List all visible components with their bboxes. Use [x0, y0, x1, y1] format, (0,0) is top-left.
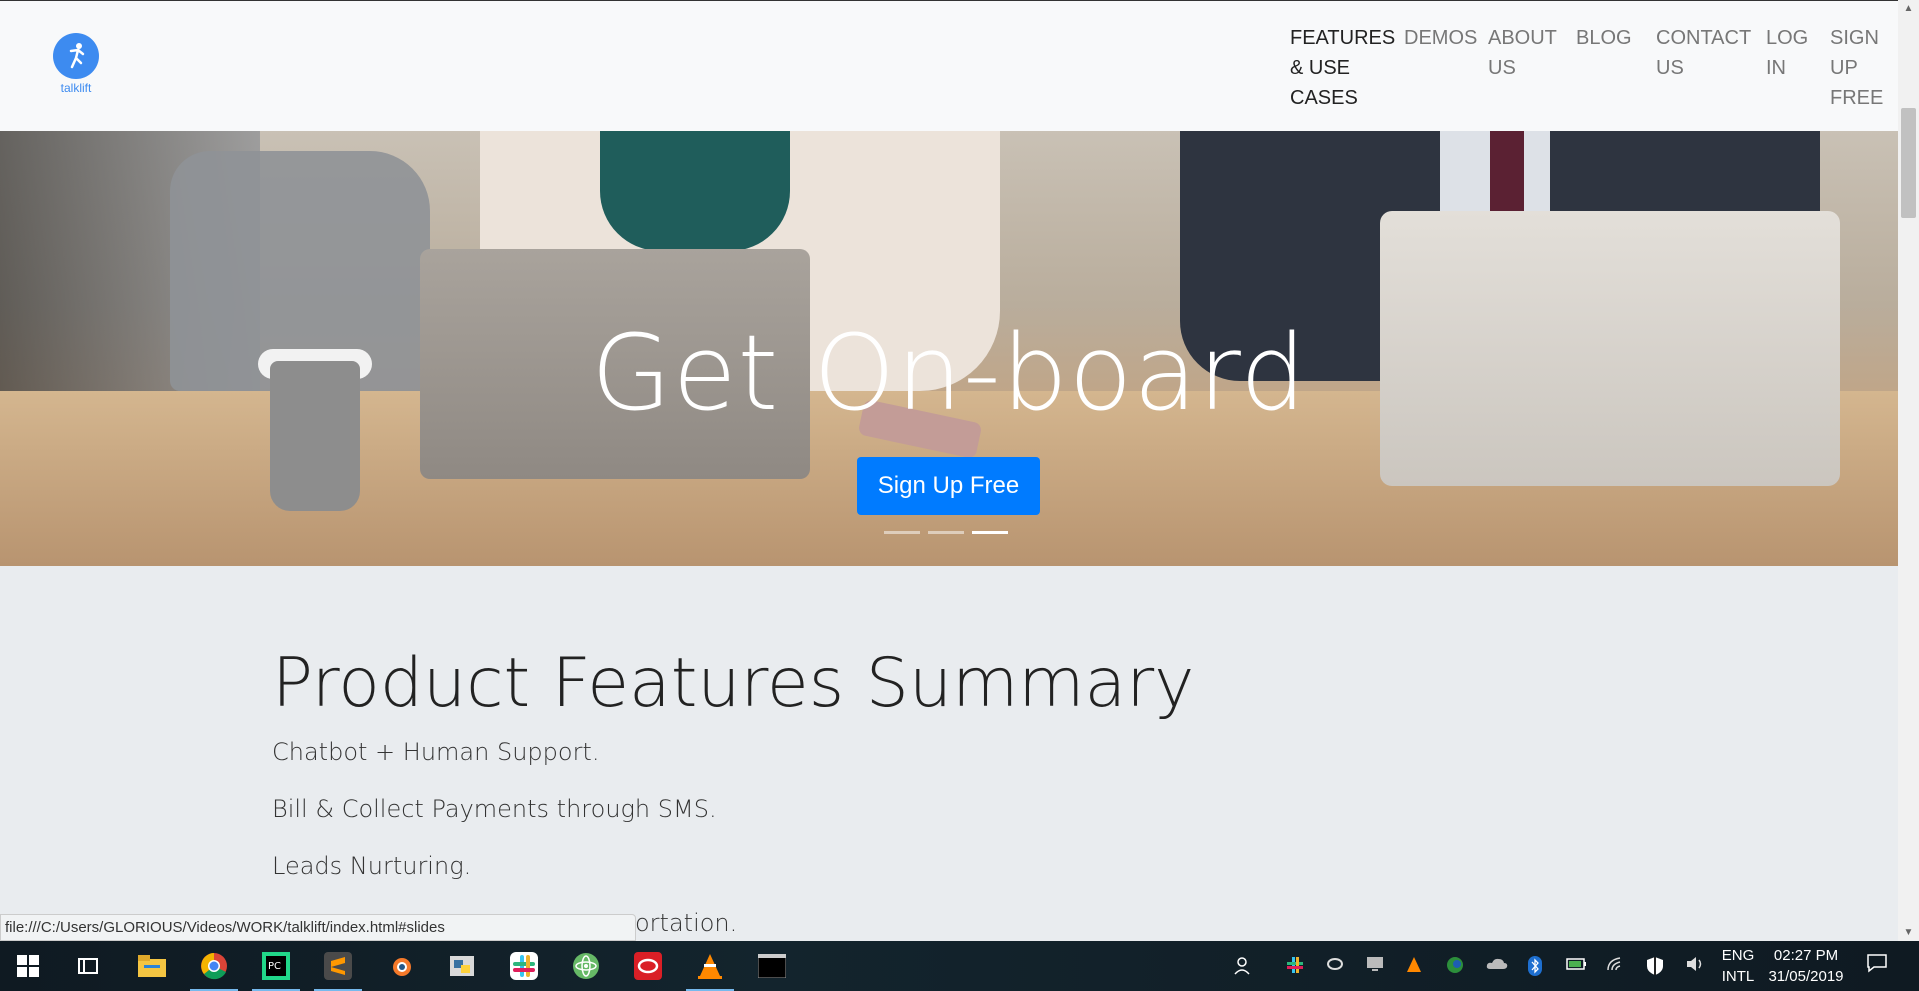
nav-signup[interactable]: SIGN UP FREE	[1830, 23, 1883, 113]
wifi-icon[interactable]	[1606, 956, 1626, 977]
chrome-icon[interactable]	[190, 950, 238, 991]
nav-login[interactable]: LOG IN	[1766, 23, 1808, 113]
creative-cloud-tray-icon[interactable]	[1326, 956, 1344, 977]
nav-features[interactable]: FEATURES & USE CASES	[1290, 23, 1395, 113]
slack-tray-icon[interactable]	[1286, 956, 1304, 979]
runner-icon	[53, 33, 99, 79]
status-url: file:///C:/Users/GLORIOUS/Videos/WORK/ta…	[0, 914, 636, 941]
sign-up-free-button[interactable]: Sign Up Free	[857, 457, 1040, 515]
nav-blog[interactable]: BLOG	[1576, 23, 1632, 113]
system-clock[interactable]: 02:27 PM 31/05/2019	[1766, 945, 1846, 987]
tie-shape	[1490, 131, 1524, 211]
onedrive-icon[interactable]	[1486, 956, 1508, 975]
vlc-tray-icon[interactable]	[1406, 956, 1422, 979]
talklift-logo[interactable]: talklift	[52, 33, 100, 103]
edge-tray-icon[interactable]	[1446, 956, 1464, 979]
clock-time: 02:27 PM	[1773, 947, 1839, 964]
people-icon[interactable]	[1234, 956, 1254, 981]
main-nav: FEATURES & USE CASES DEMOS ABOUT US BLOG…	[1290, 23, 1904, 113]
blender-icon[interactable]	[384, 950, 416, 982]
pycharm-icon[interactable]: PC	[252, 950, 300, 991]
security-shield-icon[interactable]	[1646, 956, 1664, 981]
clock-date: 31/05/2019	[1768, 968, 1844, 985]
python-idle-icon[interactable]	[446, 950, 478, 982]
features-section: Product Features Summary Chatbot + Human…	[272, 650, 1194, 940]
features-title: Product Features Summary	[272, 644, 1195, 723]
battery-icon[interactable]	[1566, 956, 1588, 977]
shirt-shape	[600, 131, 790, 251]
windows-taskbar: PC ENG INTL 02:27 PM 31/05/2019	[0, 941, 1919, 991]
language-indicator[interactable]: ENG INTL	[1718, 945, 1758, 987]
scroll-up-icon[interactable]: ▲	[1898, 0, 1919, 17]
windows-start-icon[interactable]	[12, 950, 44, 982]
scroll-down-icon[interactable]: ▼	[1898, 924, 1919, 941]
top-navbar: talklift FEATURES & USE CASES DEMOS ABOU…	[0, 0, 1898, 131]
keyboard-layout: INTL	[1721, 968, 1755, 985]
notification-icon[interactable]	[1862, 953, 1892, 979]
carousel-indicators	[884, 531, 1016, 534]
nav-contact[interactable]: CONTACT US	[1656, 23, 1751, 113]
logo-text: talklift	[60, 81, 92, 95]
nav-about[interactable]: ABOUT US	[1488, 23, 1557, 113]
display-tray-icon[interactable]	[1366, 956, 1384, 977]
task-view-icon[interactable]	[72, 950, 104, 982]
vlc-icon[interactable]	[686, 950, 734, 991]
adobe-cc-icon[interactable]	[632, 950, 664, 982]
feature-item: Leads Nurturing.	[272, 852, 472, 880]
scrollbar[interactable]: ▲ ▼	[1898, 0, 1919, 941]
carousel-indicator-1[interactable]	[884, 531, 920, 534]
volume-icon[interactable]	[1686, 956, 1706, 977]
atom-icon[interactable]	[570, 950, 602, 982]
file-explorer-icon[interactable]	[136, 950, 168, 982]
svg-text:PC: PC	[268, 961, 281, 972]
terminal-icon[interactable]	[756, 950, 788, 982]
feature-item: Chatbot + Human Support.	[272, 738, 600, 766]
slack-icon[interactable]	[508, 950, 540, 982]
hero-title: Get On-board	[590, 312, 1308, 434]
language-code: ENG	[1721, 947, 1755, 964]
bluetooth-icon[interactable]	[1528, 956, 1542, 981]
feature-item: Bill & Collect Payments through SMS.	[272, 795, 717, 823]
sublime-text-icon[interactable]	[314, 950, 362, 991]
carousel-indicator-3[interactable]	[972, 531, 1008, 534]
scroll-thumb[interactable]	[1901, 108, 1916, 218]
hero-carousel: Get On-board Sign Up Free	[0, 131, 1898, 566]
carousel-indicator-2[interactable]	[928, 531, 964, 534]
nav-demos[interactable]: DEMOS	[1404, 23, 1477, 113]
